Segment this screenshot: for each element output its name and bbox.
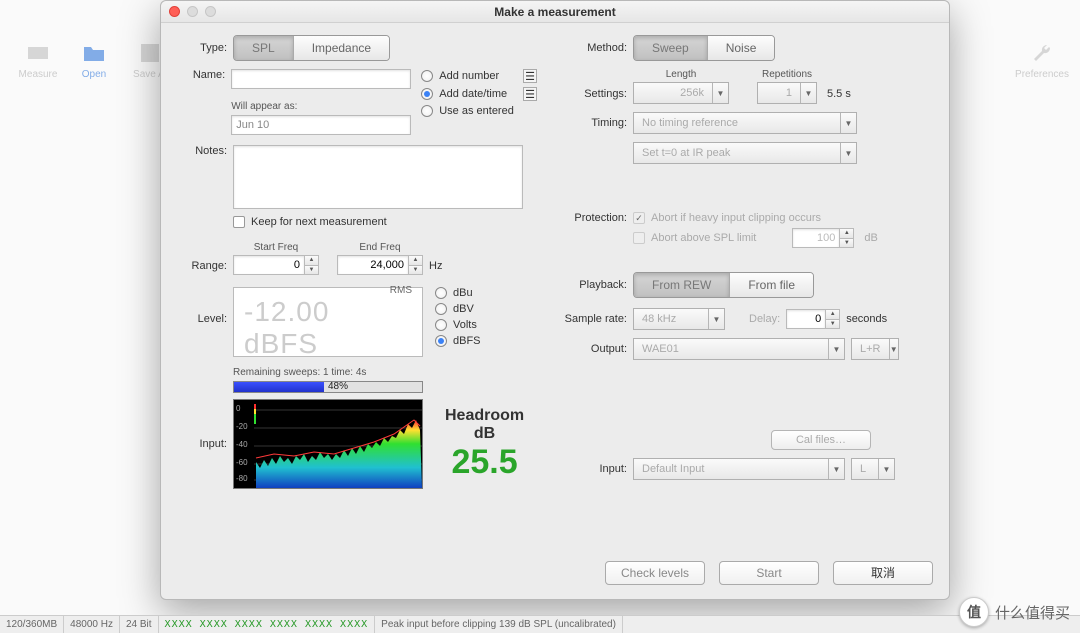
dbu-radio[interactable] bbox=[435, 287, 447, 299]
dialog-titlebar[interactable]: Make a measurement bbox=[161, 1, 949, 23]
method-selector[interactable]: Sweep Noise bbox=[633, 35, 775, 61]
start-button[interactable]: Start bbox=[719, 561, 819, 585]
end-freq-stepper[interactable]: ▲▼ bbox=[337, 255, 423, 275]
method-label: Method: bbox=[561, 42, 633, 54]
input-level-label: Input: bbox=[177, 438, 233, 450]
input-channel-select[interactable]: L▼ bbox=[851, 458, 895, 480]
type-impedance[interactable]: Impedance bbox=[293, 36, 389, 60]
sample-rate-select[interactable]: 48 kHz▼ bbox=[633, 308, 725, 330]
level-display: RMS -12.00 dBFS bbox=[233, 287, 423, 357]
type-spl[interactable]: SPL bbox=[234, 36, 293, 60]
playback-rew[interactable]: From REW bbox=[634, 273, 729, 297]
playback-file[interactable]: From file bbox=[729, 273, 813, 297]
output-channel-select[interactable]: L+R▼ bbox=[851, 338, 899, 360]
watermark-icon: 值 bbox=[959, 597, 989, 627]
settings-label: Settings: bbox=[561, 88, 633, 104]
start-freq-label: Start Freq bbox=[233, 242, 319, 253]
will-appear-field bbox=[231, 115, 411, 135]
close-icon[interactable] bbox=[169, 6, 180, 17]
minimize-icon bbox=[187, 6, 198, 17]
notes-field[interactable] bbox=[233, 145, 523, 209]
make-measurement-dialog: Make a measurement Type: SPL Impedance N… bbox=[160, 0, 950, 600]
dbfs-radio[interactable] bbox=[435, 335, 447, 347]
watermark: 值 什么值得买 bbox=[959, 597, 1070, 627]
start-freq-stepper[interactable]: ▲▼ bbox=[233, 255, 319, 275]
type-selector[interactable]: SPL Impedance bbox=[233, 35, 390, 61]
check-levels-button[interactable]: Check levels bbox=[605, 561, 705, 585]
cal-files-button[interactable]: Cal files… bbox=[771, 430, 871, 450]
reps-label: Repetitions bbox=[757, 69, 817, 80]
status-bitdepth: 24 Bit bbox=[120, 616, 159, 633]
add-number-radio[interactable] bbox=[421, 70, 433, 82]
type-label: Type: bbox=[177, 42, 233, 54]
volts-radio[interactable] bbox=[435, 319, 447, 331]
status-samplerate: 48000 Hz bbox=[64, 616, 120, 633]
cancel-button[interactable]: 取消 bbox=[833, 561, 933, 585]
sample-rate-label: Sample rate: bbox=[561, 313, 633, 325]
status-memory: 120/360MB bbox=[0, 616, 64, 633]
protection-label: Protection: bbox=[561, 212, 633, 224]
reps-select[interactable]: 1▼ bbox=[757, 82, 817, 104]
length-select[interactable]: 256k▼ bbox=[633, 82, 729, 104]
input-spectrum: 0-20-40-60-80 bbox=[233, 399, 423, 489]
name-field[interactable] bbox=[231, 69, 411, 89]
output-label: Output: bbox=[561, 343, 633, 355]
remaining-label: Remaining sweeps: 1 time: 4s bbox=[233, 367, 537, 378]
range-label: Range: bbox=[177, 260, 233, 275]
method-noise[interactable]: Noise bbox=[707, 36, 775, 60]
status-io: XXXX XXXX XXXX XXXX XXXX XXXX bbox=[159, 616, 376, 633]
maximize-icon bbox=[205, 6, 216, 17]
end-freq-label: End Freq bbox=[337, 242, 423, 253]
playback-label: Playback: bbox=[561, 279, 633, 291]
timing-ref-select[interactable]: No timing reference▼ bbox=[633, 112, 857, 134]
add-number-settings-icon[interactable]: ☰ bbox=[523, 69, 537, 83]
output-select[interactable]: WAE01▼ bbox=[633, 338, 845, 360]
input-select[interactable]: Default Input▼ bbox=[633, 458, 845, 480]
dialog-title: Make a measurement bbox=[161, 5, 949, 19]
name-label: Name: bbox=[177, 69, 231, 81]
abort-spl-stepper: ▲▼ bbox=[792, 228, 854, 248]
duration-label: 5.5 s bbox=[827, 88, 851, 104]
timing-label: Timing: bbox=[561, 117, 633, 129]
hz-label: Hz bbox=[429, 260, 442, 275]
timing-t0-select[interactable]: Set t=0 at IR peak▼ bbox=[633, 142, 857, 164]
delay-stepper[interactable]: ▲▼ bbox=[786, 309, 840, 329]
progress-bar: 48% bbox=[233, 381, 423, 393]
add-datetime-settings-icon[interactable]: ☰ bbox=[523, 87, 537, 101]
dbv-radio[interactable] bbox=[435, 303, 447, 315]
status-message: Peak input before clipping 139 dB SPL (u… bbox=[375, 616, 623, 633]
method-sweep[interactable]: Sweep bbox=[634, 36, 707, 60]
playback-selector[interactable]: From REW From file bbox=[633, 272, 814, 298]
add-datetime-radio[interactable] bbox=[421, 88, 433, 100]
headroom-label: HeadroomdB bbox=[445, 407, 524, 443]
notes-label: Notes: bbox=[177, 145, 233, 157]
use-as-entered-radio[interactable] bbox=[421, 105, 433, 117]
abort-spl-checkbox bbox=[633, 232, 645, 244]
status-bar: 120/360MB 48000 Hz 24 Bit XXXX XXXX XXXX… bbox=[0, 615, 1080, 633]
abort-clipping-checkbox: ✓ bbox=[633, 212, 645, 224]
will-appear-label: Will appear as: bbox=[231, 101, 411, 112]
input-label: Input: bbox=[561, 463, 633, 475]
level-label: Level: bbox=[177, 287, 233, 325]
keep-checkbox[interactable] bbox=[233, 216, 245, 228]
delay-label: Delay: bbox=[749, 313, 780, 325]
length-label: Length bbox=[633, 69, 729, 80]
headroom-value: 25.5 bbox=[445, 443, 524, 482]
